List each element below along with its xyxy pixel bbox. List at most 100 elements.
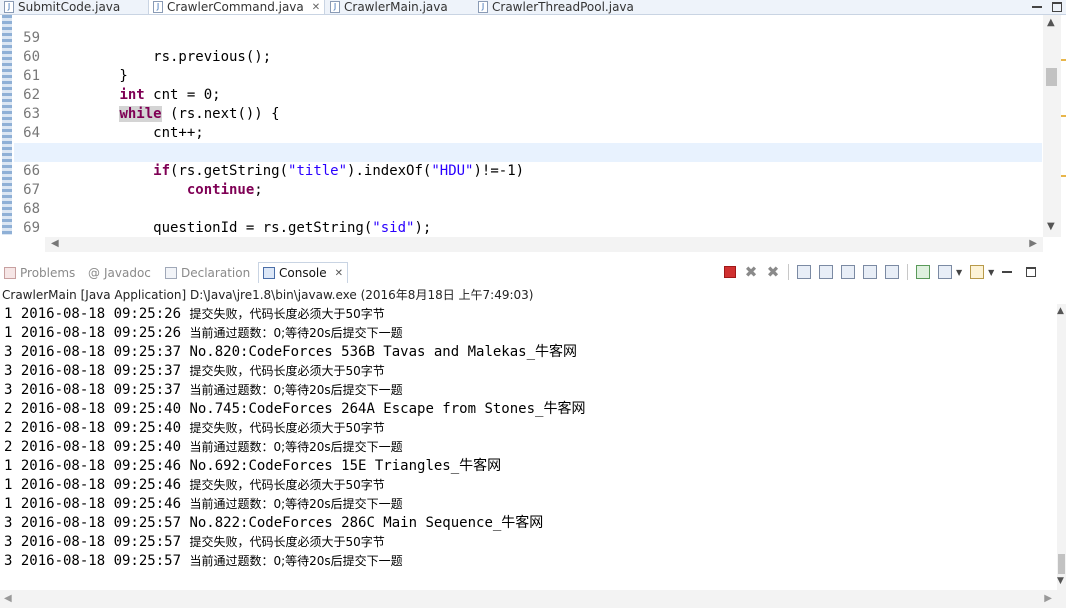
java-file-icon: J: [478, 1, 488, 13]
terminate-icon[interactable]: [724, 266, 736, 278]
show-on-error-icon[interactable]: [885, 265, 899, 279]
maximize-icon[interactable]: [1026, 267, 1037, 277]
editor-horizontal-scrollbar[interactable]: ◀ ▶: [45, 237, 1043, 252]
console-line: 1 2016-08-18 09:25:26 提交失败，代码长度必须大于50字节: [4, 305, 385, 324]
show-on-output-icon[interactable]: [863, 265, 877, 279]
scroll-down-icon[interactable]: ▼: [1047, 221, 1055, 232]
remove-all-terminated-icon[interactable]: ✖: [766, 265, 780, 280]
scroll-right-icon[interactable]: ▶: [1029, 238, 1037, 249]
scroll-up-icon[interactable]: ▲: [1047, 17, 1055, 28]
code-line: 60 }: [14, 29, 1042, 84]
tab-problems[interactable]: Problems: [4, 264, 75, 282]
console-line: 1 2016-08-18 09:25:46 No.692:CodeForces …: [4, 457, 501, 476]
tab-declaration[interactable]: Declaration: [165, 264, 250, 282]
console-line-message: 当前通过题数：0;等待20s后提交下一题: [189, 554, 403, 568]
code-line: 62 while (rs.next()) {: [14, 67, 1042, 122]
code-line: 61 int cnt = 0;: [14, 48, 1042, 103]
scroll-left-icon[interactable]: ◀: [4, 593, 12, 604]
console-line-prefix: 3 2016-08-18 09:25:37: [4, 344, 190, 360]
code-line: 67: [14, 162, 1042, 198]
tab-javadoc[interactable]: @ Javadoc: [88, 264, 151, 282]
maximize-icon[interactable]: [1052, 2, 1062, 12]
display-selected-console-icon[interactable]: [938, 265, 952, 279]
console-line-message: 当前通过题数：0;等待20s后提交下一题: [189, 497, 403, 511]
editor-tab-label: CrawlerThreadPool.java: [492, 0, 634, 14]
editor-tab-crawlerthreadpool[interactable]: J CrawlerThreadPool.java: [478, 0, 634, 14]
console-line-message: 当前通过题数：0;等待20s后提交下一题: [189, 383, 403, 397]
scroll-down-icon[interactable]: ▼: [1057, 576, 1064, 586]
tab-label: Declaration: [181, 266, 251, 280]
console-line: 3 2016-08-18 09:25:57 提交失败，代码长度必须大于50字节: [4, 533, 385, 552]
editor-tab-crawlercommand[interactable]: J CrawlerCommand.java ✕: [148, 0, 326, 14]
chevron-down-icon[interactable]: ▼: [988, 268, 994, 277]
at-sign-icon: @: [88, 266, 100, 280]
code-line: 59 rs.previous();: [14, 15, 1042, 65]
console-line-message: 当前通过题数：0;等待20s后提交下一题: [189, 440, 403, 454]
code-line: 70: [14, 219, 1042, 237]
scroll-up-icon[interactable]: ▲: [1057, 306, 1064, 316]
clear-console-icon[interactable]: [797, 265, 811, 279]
console-line-message: 提交失败，代码长度必须大于50字节: [189, 364, 385, 378]
console-line-message: 提交失败，代码长度必须大于50字节: [189, 478, 385, 492]
change-ruler: [0, 15, 14, 237]
editor-tab-label: SubmitCode.java: [18, 0, 121, 14]
console-line: 1 2016-08-18 09:25:46 当前通过题数：0;等待20s后提交下…: [4, 495, 403, 514]
console-vertical-scrollbar[interactable]: ▲ ▼: [1057, 304, 1066, 590]
console-line-message: No.745:CodeForces 264A Escape from Stone…: [189, 401, 586, 417]
remove-launch-icon[interactable]: ✖: [744, 265, 758, 280]
scroll-right-icon[interactable]: ▶: [1044, 593, 1052, 604]
console-line-prefix: 2 2016-08-18 09:25:40: [4, 439, 190, 455]
chevron-down-icon[interactable]: ▼: [956, 268, 962, 277]
open-console-icon[interactable]: [970, 265, 985, 279]
java-file-icon: J: [330, 1, 340, 13]
console-line: 3 2016-08-18 09:25:57 当前通过题数：0;等待20s后提交下…: [4, 552, 403, 571]
editor-tab-label: CrawlerMain.java: [344, 0, 448, 14]
console-line: 3 2016-08-18 09:25:37 No.820:CodeForces …: [4, 343, 577, 362]
console-line-prefix: 3 2016-08-18 09:25:37: [4, 363, 190, 379]
minimize-icon[interactable]: [1032, 6, 1042, 8]
close-view-icon[interactable]: ✕: [335, 268, 343, 279]
console-line: 3 2016-08-18 09:25:37 提交失败，代码长度必须大于50字节: [4, 362, 385, 381]
minimize-icon[interactable]: [1002, 271, 1013, 273]
scroll-thumb[interactable]: [1058, 554, 1065, 574]
code-line: 63 cnt++;: [14, 86, 1042, 141]
word-wrap-icon[interactable]: [841, 265, 855, 279]
console-line: 1 2016-08-18 09:25:26 当前通过题数：0;等待20s后提交下…: [4, 324, 403, 343]
console-line: 3 2016-08-18 09:25:37 当前通过题数：0;等待20s后提交下…: [4, 381, 403, 400]
console-output[interactable]: 1 2016-08-18 09:25:26 提交失败，代码长度必须大于50字节 1…: [0, 304, 1057, 590]
scroll-lock-icon[interactable]: [819, 265, 833, 279]
scroll-thumb[interactable]: [1046, 68, 1057, 86]
scroll-left-icon[interactable]: ◀: [51, 238, 59, 249]
console-process-label: CrawlerMain [Java Application] D:\Java\j…: [2, 288, 534, 302]
declaration-icon: [165, 267, 177, 279]
console-line-prefix: 1 2016-08-18 09:25:46: [4, 458, 190, 474]
code-line: 64: [14, 105, 1042, 141]
console-line-message: No.692:CodeForces 15E Triangles_牛客网: [189, 458, 502, 474]
console-line-prefix: 3 2016-08-18 09:25:37: [4, 382, 190, 398]
console-horizontal-scrollbar[interactable]: ◀ ▶: [0, 590, 1066, 608]
pin-console-icon[interactable]: [916, 265, 930, 279]
console-icon: [263, 267, 275, 279]
java-file-icon: J: [153, 1, 163, 13]
console-line-prefix: 2 2016-08-18 09:25:40: [4, 420, 190, 436]
tab-label: Problems: [20, 266, 76, 280]
console-line-prefix: 1 2016-08-18 09:25:46: [4, 496, 190, 512]
console-line-message: 提交失败，代码长度必须大于50字节: [189, 535, 385, 549]
code-editor[interactable]: 59 rs.previous(); 60 } 61 int cnt = 0; 6…: [0, 15, 1066, 252]
close-tab-icon[interactable]: ✕: [312, 2, 320, 13]
editor-vertical-scrollbar[interactable]: ▲ ▼: [1043, 15, 1061, 237]
code-line: 69 content = rs.getString("code");: [14, 200, 1042, 236]
tab-console[interactable]: Console ✕: [258, 262, 349, 283]
console-line-prefix: 1 2016-08-18 09:25:26: [4, 306, 190, 322]
console-line-prefix: 1 2016-08-18 09:25:26: [4, 325, 190, 341]
code-line: 65 if(rs.getString("title").indexOf("HDU…: [14, 124, 1042, 179]
console-line-prefix: 3 2016-08-18 09:25:57: [4, 534, 190, 550]
console-line: 3 2016-08-18 09:25:57 No.822:CodeForces …: [4, 514, 543, 533]
console-line: 1 2016-08-18 09:25:46 提交失败，代码长度必须大于50字节: [4, 476, 385, 495]
code-lines[interactable]: 59 rs.previous(); 60 } 61 int cnt = 0; 6…: [14, 15, 1042, 237]
console-line-prefix: 1 2016-08-18 09:25:46: [4, 477, 190, 493]
editor-tab-submitcode[interactable]: J SubmitCode.java: [4, 0, 120, 14]
editor-tab-crawlermain[interactable]: J CrawlerMain.java: [330, 0, 448, 14]
console-line-prefix: 3 2016-08-18 09:25:57: [4, 553, 190, 569]
code-line: 68 questionId = rs.getString("sid");: [14, 181, 1042, 236]
